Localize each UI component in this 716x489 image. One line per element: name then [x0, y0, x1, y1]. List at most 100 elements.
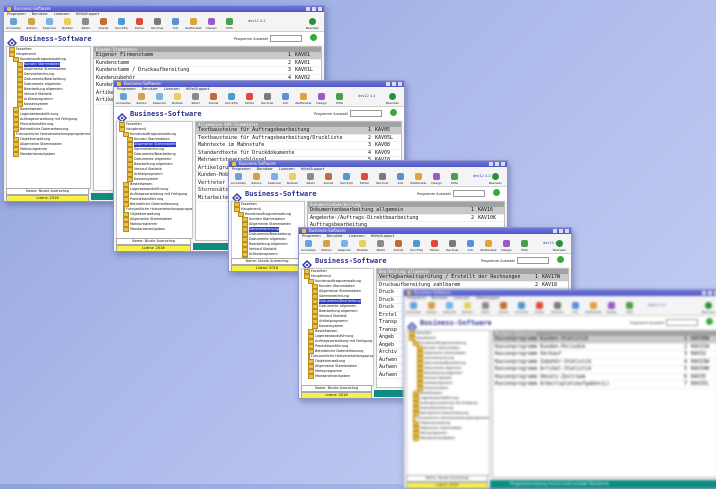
- toolbar-button-4zahl[interactable]: 4Zahl: [373, 239, 388, 253]
- table-row[interactable]: Textbausteine für Auftragsbearbeitung 1 KA…: [196, 127, 401, 135]
- minimize-button[interactable]: [306, 7, 310, 11]
- toolbar-button-rechner[interactable]: Rechner: [375, 172, 390, 186]
- toolbar-button-zeitfenster[interactable]: Zeitfenster: [480, 239, 497, 253]
- table-row[interactable]: Kassenprogramm Kunden-Periodik 2 KAV31W: [493, 344, 716, 351]
- toolbar-button-kalender[interactable]: Kalender: [442, 301, 457, 315]
- table-row[interactable]: Kassenprogramm Arbeitsplatzaufgaben(L) 7 K…: [493, 381, 716, 389]
- toolbar-button-dienst[interactable]: Dienst: [206, 92, 221, 106]
- navigation-tree[interactable]: Favoriten Hauptmenü Kundenauftragsverwaltu…: [301, 268, 374, 386]
- toolbar-button-info[interactable]: Info: [568, 301, 583, 315]
- toolbar-button-quicktip[interactable]: QuickTip: [339, 172, 354, 186]
- navigation-tree[interactable]: Favoriten Hauptmenü Kundenauftragsverwaltu…: [6, 46, 91, 189]
- toolbar-button-hilfe[interactable]: Hilfe: [222, 17, 237, 31]
- table-row[interactable]: Kassenprogramm Umsatz-Zeitraum 6 KAV35: [493, 374, 716, 381]
- tree-item[interactable]: Mandantenaufgaben: [407, 436, 489, 441]
- toolbar-button-anmelden[interactable]: Anmelden: [301, 239, 316, 253]
- toolbar-button-zeitfenster[interactable]: Zeitfenster: [410, 172, 427, 186]
- toolbar-button-hilfe[interactable]: Hilfe: [332, 92, 347, 106]
- program-select[interactable]: Programm Auswahl: [234, 35, 302, 42]
- table-row[interactable]: Kassenprogramm Zubehör-Statistik 4 KAV33W: [493, 359, 716, 366]
- toolbar-button-dienst[interactable]: Dienst: [321, 172, 336, 186]
- toolbar-button-hilfe[interactable]: Hilfe: [622, 301, 637, 315]
- minimize-button[interactable]: [702, 291, 706, 295]
- table-row[interactable]: Angebote-/Auftrags-Direktbearbeitung 2 KAV…: [308, 215, 504, 222]
- toolbar-button-fehler[interactable]: Fehler: [242, 92, 257, 106]
- maximize-button[interactable]: [495, 162, 499, 166]
- tree-item[interactable]: Mandantenaufgaben: [7, 152, 90, 157]
- go-button[interactable]: [310, 34, 317, 41]
- tree-item[interactable]: Auftragsverwaltung mit Fertigung: [407, 401, 489, 406]
- toolbar-button-zahlen[interactable]: Zahlen: [424, 301, 439, 315]
- table-row[interactable]: Kassenprogramm Kunden-Statistik 1 KAV30W: [493, 336, 716, 344]
- table-row[interactable]: Eigener Firmenstamm 1 KAV01: [94, 52, 321, 60]
- window-controls[interactable]: [386, 82, 402, 86]
- toolbar-button-kalender[interactable]: Kalender: [267, 172, 282, 186]
- go-button[interactable]: [493, 189, 500, 196]
- close-button[interactable]: [318, 7, 322, 11]
- window-controls[interactable]: [553, 229, 569, 233]
- toolbar-button-info[interactable]: Info: [463, 239, 478, 253]
- app-window[interactable]: Business-Software Programm Benutzer Lizenze…: [403, 289, 716, 489]
- table-row[interactable]: Kassenprogramm Artikel-Statistik 5 KAV34W: [493, 366, 716, 374]
- toolbar-button-anmelden[interactable]: Anmelden: [6, 17, 21, 31]
- toolbar-button-zahlen[interactable]: Zahlen: [24, 17, 39, 31]
- exit-button[interactable]: Beenden: [552, 239, 567, 252]
- toolbar-button-notizen[interactable]: Notizen: [60, 17, 75, 31]
- program-table[interactable]: Verkauf Statistik Kassenprogramm Kunden-S…: [492, 330, 716, 478]
- close-button[interactable]: [565, 229, 569, 233]
- toolbar-button-rechner[interactable]: Rechner: [150, 17, 165, 31]
- tree-item[interactable]: Fuhrparkliche Holzverarbeitungsprogramme: [7, 132, 90, 137]
- program-select-dropdown[interactable]: [665, 319, 698, 326]
- toolbar-button-notizen[interactable]: Notizen: [170, 92, 185, 106]
- table-row[interactable]: Standardtexte für Druckdokumente 4 KAV09: [196, 150, 401, 157]
- maximize-button[interactable]: [708, 291, 712, 295]
- table-row[interactable]: Dokumentenbearbeitung allgemein 1 KAV16: [308, 207, 504, 215]
- toolbar-button-design[interactable]: Design: [429, 172, 444, 186]
- toolbar-button-hilfe[interactable]: Hilfe: [447, 172, 462, 186]
- table-row[interactable]: Druckaufbereitung zahlbarem 2 KAV18: [377, 282, 568, 289]
- program-select-dropdown[interactable]: [269, 35, 302, 42]
- table-row[interactable]: Verfügbarkeitsprüfung / Erstellt der Rec…: [377, 274, 568, 282]
- navigation-tree[interactable]: Favoriten Hauptmenü Kundenauftragsverwaltu…: [116, 121, 193, 239]
- toolbar-button-fehler[interactable]: Fehler: [357, 172, 372, 186]
- table-row[interactable]: Textbausteine für Auftragsbearbeitung/Dr…: [196, 135, 401, 142]
- go-button[interactable]: [390, 109, 397, 116]
- exit-button[interactable]: Beenden: [488, 172, 503, 185]
- program-select[interactable]: Programm Auswahl: [630, 319, 698, 326]
- table-row[interactable]: Kundenstamm / Druckaufbereitung 3 KAV01L: [94, 67, 321, 75]
- toolbar-button-info[interactable]: Info: [393, 172, 408, 186]
- maximize-button[interactable]: [559, 229, 563, 233]
- toolbar-button-notizen[interactable]: Notizen: [285, 172, 300, 186]
- toolbar-button-info[interactable]: Info: [168, 17, 183, 31]
- toolbar-button-info[interactable]: Info: [278, 92, 293, 106]
- toolbar-button-zeitfenster[interactable]: Zeitfenster: [295, 92, 312, 106]
- toolbar-button-fehler[interactable]: Fehler: [132, 17, 147, 31]
- tree-item[interactable]: Mandantenaufgaben: [302, 374, 373, 379]
- toolbar-button-anmelden[interactable]: Anmelden: [231, 172, 246, 186]
- toolbar-button-quicktip[interactable]: QuickTip: [114, 17, 129, 31]
- table-row[interactable]: Kassenprogramm Verkauf 3 KAV32: [493, 351, 716, 359]
- navigation-tree[interactable]: Favoriten Hauptmenü Kundenauftragsverwaltu…: [231, 201, 305, 259]
- toolbar-button-hilfe[interactable]: Hilfe: [517, 239, 532, 253]
- window-controls[interactable]: [702, 291, 716, 295]
- exit-button[interactable]: Beenden: [305, 17, 320, 30]
- window-controls[interactable]: [489, 162, 505, 166]
- toolbar-button-fehler[interactable]: Fehler: [532, 301, 547, 315]
- table-row[interactable]: Kundenstamm 2 KAV01: [94, 60, 321, 67]
- program-select-dropdown[interactable]: [452, 190, 485, 197]
- program-select[interactable]: Programm Auswahl: [481, 257, 549, 264]
- toolbar-button-4zahl[interactable]: 4Zahl: [478, 301, 493, 315]
- navigation-tree[interactable]: Favoriten Hauptmenü Kundenauftragsverwaltu…: [406, 330, 490, 476]
- toolbar-button-notizen[interactable]: Notizen: [355, 239, 370, 253]
- toolbar-button-4zahl[interactable]: 4Zahl: [188, 92, 203, 106]
- toolbar-button-zeitfenster[interactable]: Zeitfenster: [585, 301, 602, 315]
- program-select[interactable]: Programm Auswahl: [314, 110, 382, 117]
- toolbar-button-anmelden[interactable]: Anmelden: [116, 92, 131, 106]
- toolbar-button-zeitfenster[interactable]: Zeitfenster: [185, 17, 202, 31]
- toolbar-button-design[interactable]: Design: [204, 17, 219, 31]
- toolbar-button-anmelden[interactable]: Anmelden: [406, 301, 421, 315]
- toolbar-button-rechner[interactable]: Rechner: [445, 239, 460, 253]
- toolbar-button-dienst[interactable]: Dienst: [391, 239, 406, 253]
- program-select-dropdown[interactable]: [516, 257, 549, 264]
- exit-button[interactable]: Beenden: [701, 301, 716, 314]
